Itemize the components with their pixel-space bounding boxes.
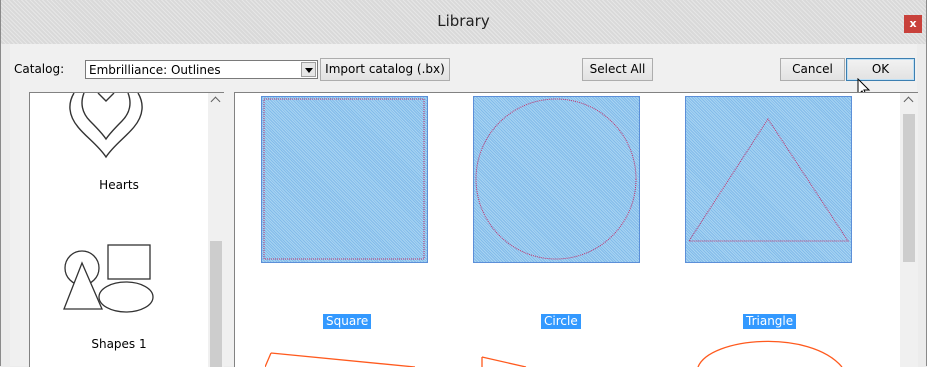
catalog-label: Catalog: xyxy=(14,62,65,76)
item-shape-outline-3[interactable] xyxy=(690,333,850,367)
items-grid[interactable]: Square Circle Triangle xyxy=(234,92,918,367)
close-button[interactable]: x xyxy=(904,15,922,33)
category-item-hearts[interactable]: Hearts xyxy=(30,178,208,192)
hearts-icon xyxy=(69,93,143,159)
circle-shape-icon xyxy=(475,98,637,260)
window-title: Library xyxy=(437,12,490,30)
catalog-select[interactable]: Embrilliance: Outlines xyxy=(85,60,318,79)
triangle-shape-icon xyxy=(688,118,849,242)
item-shape-outline-1[interactable] xyxy=(265,303,425,367)
cancel-button[interactable]: Cancel xyxy=(780,58,845,81)
scroll-up-icon[interactable] xyxy=(903,96,914,107)
items-scroll-thumb[interactable] xyxy=(903,114,915,262)
shapes-icon xyxy=(63,244,154,313)
import-catalog-button[interactable]: Import catalog (.bx) xyxy=(320,58,450,81)
category-list[interactable]: Hearts Shapes 1 xyxy=(29,92,224,367)
category-item-shapes[interactable]: Shapes 1 xyxy=(30,337,208,351)
scroll-up-icon[interactable] xyxy=(210,96,221,107)
items-scrollbar[interactable] xyxy=(900,93,918,367)
square-shape-icon xyxy=(263,98,425,260)
item-thumb-square[interactable] xyxy=(261,96,428,263)
title-bar[interactable]: Library x xyxy=(1,0,926,44)
catalog-value: Embrilliance: Outlines xyxy=(89,63,221,77)
library-dialog: Library x Catalog: Embrilliance: Outline… xyxy=(0,0,927,367)
category-scrollbar[interactable] xyxy=(208,93,224,367)
category-scroll-thumb[interactable] xyxy=(210,241,222,367)
select-all-button[interactable]: Select All xyxy=(582,58,653,81)
item-shape-outline-2[interactable] xyxy=(480,303,560,367)
dialog-body: Catalog: Embrilliance: Outlines Import c… xyxy=(10,44,918,367)
item-label-triangle[interactable]: Triangle xyxy=(743,314,797,329)
item-thumb-circle[interactable] xyxy=(473,96,640,263)
chevron-down-icon[interactable] xyxy=(301,62,316,77)
item-thumb-triangle[interactable] xyxy=(685,96,852,263)
